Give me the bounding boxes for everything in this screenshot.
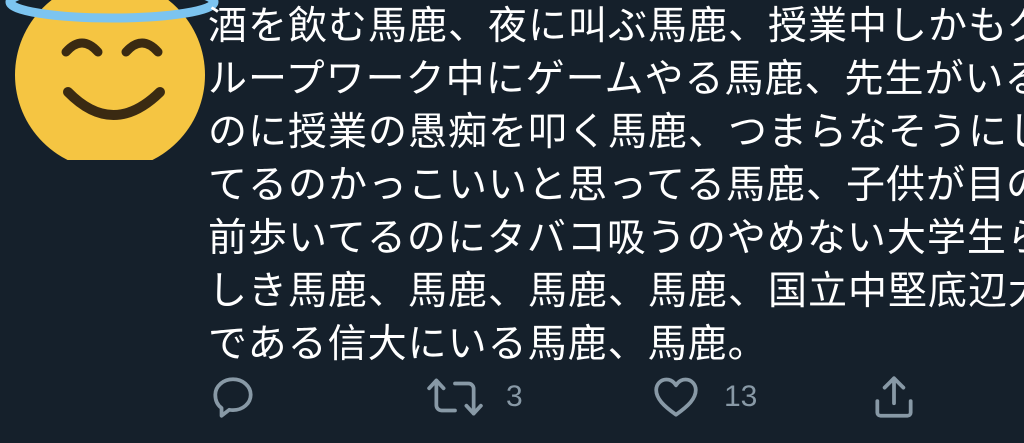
like-button[interactable]: 13 <box>650 362 757 432</box>
like-count: 13 <box>724 380 758 413</box>
tweet-text-line: ループワーク中にゲームやる馬鹿、先生がいる <box>208 57 1024 102</box>
tweet-text-line: 酒を飲む馬鹿、夜に叫ぶ馬鹿、授業中しかもグ <box>208 4 1024 49</box>
retweet-icon <box>427 378 483 416</box>
tweet-text-line: 前歩いてるのにタバコ吸うのやめない大学生ら <box>208 216 1024 261</box>
tweet-text-line: てるのかっこいいと思ってる馬鹿、子供が目の <box>208 163 1024 208</box>
reply-icon <box>213 377 253 418</box>
reply-button[interactable] <box>208 362 280 432</box>
smiling-face-with-halo-icon <box>5 0 219 170</box>
tweet-text-line: しき馬鹿、馬鹿、馬鹿、馬鹿、国立中堅底辺大 <box>208 269 1024 314</box>
share-icon <box>875 376 913 418</box>
tweet-container: 酒を飲む馬鹿、夜に叫ぶ馬鹿、授業中しかもグ ループワーク中にゲームやる馬鹿、先生… <box>0 0 1024 443</box>
retweet-count: 3 <box>506 380 523 413</box>
tweet-actions: 3 13 <box>0 362 1024 432</box>
tweet-text-line: のに授業の愚痴を叩く馬鹿、つまらなそうにし <box>208 110 1024 155</box>
retweet-button[interactable]: 3 <box>426 362 523 432</box>
avatar[interactable] <box>0 0 230 170</box>
heart-icon <box>654 377 698 417</box>
tweet-text: 酒を飲む馬鹿、夜に叫ぶ馬鹿、授業中しかもグ ループワーク中にゲームやる馬鹿、先生… <box>208 0 1024 371</box>
share-button[interactable] <box>868 362 920 432</box>
